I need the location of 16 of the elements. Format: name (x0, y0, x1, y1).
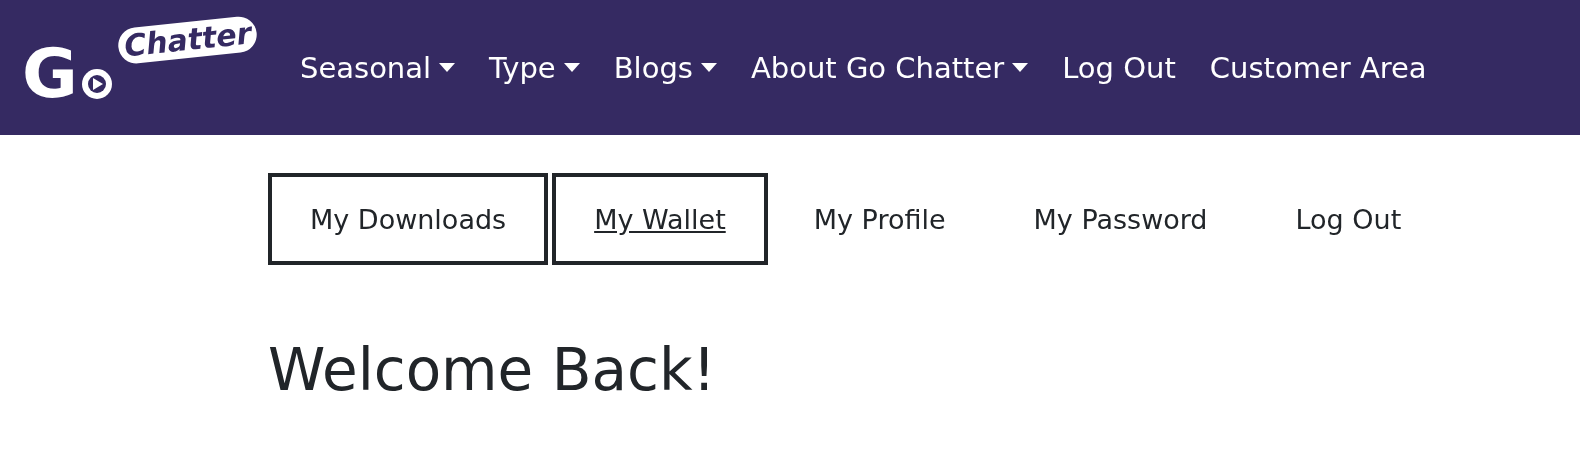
nav-link[interactable]: Log Out (1062, 50, 1176, 85)
caret-icon (563, 63, 580, 72)
logo-text[interactable]: G (22, 40, 78, 108)
play-icon (80, 67, 114, 101)
nav-link[interactable]: Blogs (613, 50, 717, 85)
tab[interactable]: My Wallet (552, 173, 768, 265)
caret-icon (700, 63, 717, 72)
caret-icon (439, 63, 456, 72)
nav-link[interactable]: Customer Area (1209, 50, 1427, 85)
logo-text[interactable]: Chatter (116, 14, 259, 66)
caret-icon (1012, 63, 1029, 72)
nav-link[interactable]: Type (489, 50, 580, 85)
nav-link[interactable]: Seasonal (300, 50, 456, 85)
welcome-heading: Welcome Back! (268, 341, 717, 399)
tab[interactable]: My Downloads (268, 173, 549, 265)
nav-link[interactable]: About Go Chatter (750, 50, 1029, 85)
